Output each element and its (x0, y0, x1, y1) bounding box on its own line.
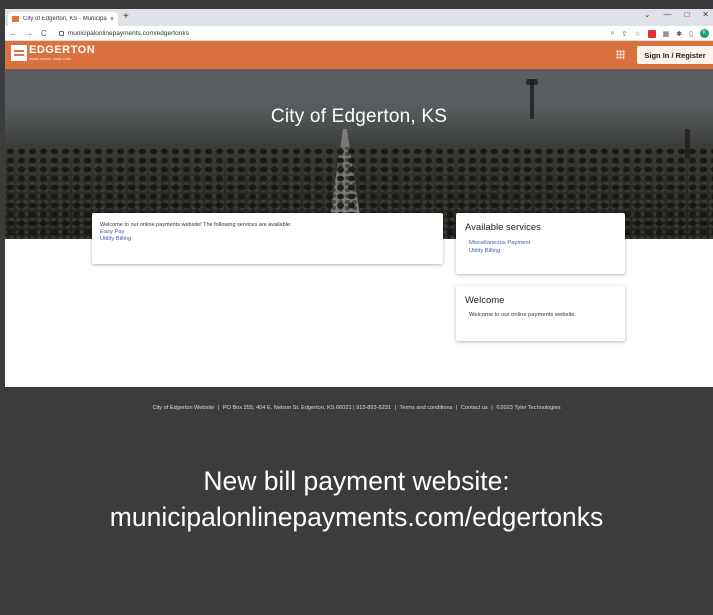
lock-icon (58, 30, 64, 36)
share-icon[interactable]: ⇪ (621, 30, 627, 38)
tab-list-icon[interactable]: ⌄ (644, 10, 651, 19)
logo-name: EDGERTON (29, 44, 96, 56)
zoom-icon[interactable]: ⌕ (611, 30, 615, 38)
profile-avatar-icon[interactable]: K (700, 29, 709, 38)
footer-copyright: ©2023 Tyler Technologies (496, 405, 561, 411)
star-icon[interactable]: ☆ (634, 30, 640, 38)
extension-bar: ⌕ ⇪ ☆ ▦ ✱ ▯ K (611, 29, 709, 38)
services-intro-card: Welcome to our online payments website! … (92, 213, 443, 264)
restore-icon[interactable]: □ (684, 10, 689, 19)
footer-separator: | (491, 405, 493, 411)
hero-water-tower (685, 129, 690, 159)
favicon-icon (12, 16, 19, 22)
link-utility-billing-side[interactable]: Utility Billing (469, 247, 616, 255)
qr-icon[interactable]: ▦ (663, 30, 670, 38)
forward-icon[interactable]: → (25, 29, 33, 38)
reload-icon[interactable]: C (41, 29, 47, 38)
close-icon[interactable]: ✕ (702, 10, 709, 19)
extension-icon[interactable] (647, 29, 656, 38)
footer-panel: City of Edgerton Website | PO Box 255, 4… (0, 387, 713, 615)
announcement-line-2: municipalonlinepayments.com/edgertonks (109, 502, 604, 532)
tab-close-icon[interactable]: × (110, 16, 114, 23)
browser-tab[interactable]: City of Edgerton, KS - Municipal × (8, 12, 118, 26)
window-controls: ⌄ — □ ✕ (644, 10, 709, 19)
apps-grid-icon[interactable] (616, 50, 625, 59)
edgerton-logo[interactable]: EDGERTON small routes. local roots. (11, 45, 95, 61)
tab-title: City of Edgerton, KS - Municipal (23, 16, 107, 22)
announcement-line-1: New bill payment website: (203, 466, 510, 496)
link-easy-pay[interactable]: Easy Pay (100, 229, 435, 235)
logo-tagline: small routes. local roots. (29, 56, 73, 61)
logo-text: EDGERTON small routes. local roots. (29, 44, 96, 62)
address-bar: ← → C municipalonlinepayments.com/edgert… (5, 26, 713, 41)
logo-mark-icon (11, 45, 27, 61)
footer-separator: | (217, 405, 220, 411)
footer-city-website[interactable]: City of Edgerton Website (152, 405, 214, 411)
minimize-icon[interactable]: — (663, 10, 671, 19)
footer-separator: | (455, 405, 458, 411)
sidepanel-icon[interactable]: ▯ (689, 30, 693, 38)
tab-strip: City of Edgerton, KS - Municipal × + ⌄ —… (5, 9, 713, 26)
intro-text: Welcome to our online payments website! … (100, 222, 292, 228)
new-tab-button[interactable]: + (123, 11, 129, 22)
url-field[interactable]: municipalonlinepayments.com/edgertonks (68, 30, 189, 37)
footer-links: City of Edgerton Website | PO Box 255, 4… (0, 405, 713, 411)
puzzle-icon[interactable]: ✱ (676, 30, 682, 38)
sign-in-register-button[interactable]: Sign In / Register (637, 46, 713, 64)
welcome-card: Welcome Welcome to our online payments w… (456, 286, 625, 341)
footer-terms[interactable]: Terms and conditions (400, 405, 453, 411)
available-services-card: Available services Miscellaneous Payment… (456, 213, 625, 274)
welcome-title: Welcome (465, 295, 505, 306)
welcome-text: Welcome to our online payments website. (469, 312, 577, 318)
hero-title: City of Edgerton, KS (270, 106, 448, 127)
link-utility-billing[interactable]: Utility Billing (100, 236, 435, 242)
available-services-title: Available services (465, 222, 541, 233)
footer-separator: | (394, 405, 396, 411)
link-miscellaneous-payment[interactable]: Miscellaneous Payment (469, 239, 616, 247)
screenshot-frame: City of Edgerton, KS - Municipal × + ⌄ —… (0, 0, 713, 615)
top-border (0, 0, 713, 9)
back-icon[interactable]: ← (9, 29, 17, 38)
footer-contact[interactable]: Contact us (461, 405, 488, 411)
footer-address: PO Box 255, 404 E. Nelson St. Edgerton, … (222, 405, 391, 411)
announcement: New bill payment website: municipalonlin… (0, 463, 713, 535)
site-header: EDGERTON small routes. local roots. Sign… (5, 41, 713, 69)
